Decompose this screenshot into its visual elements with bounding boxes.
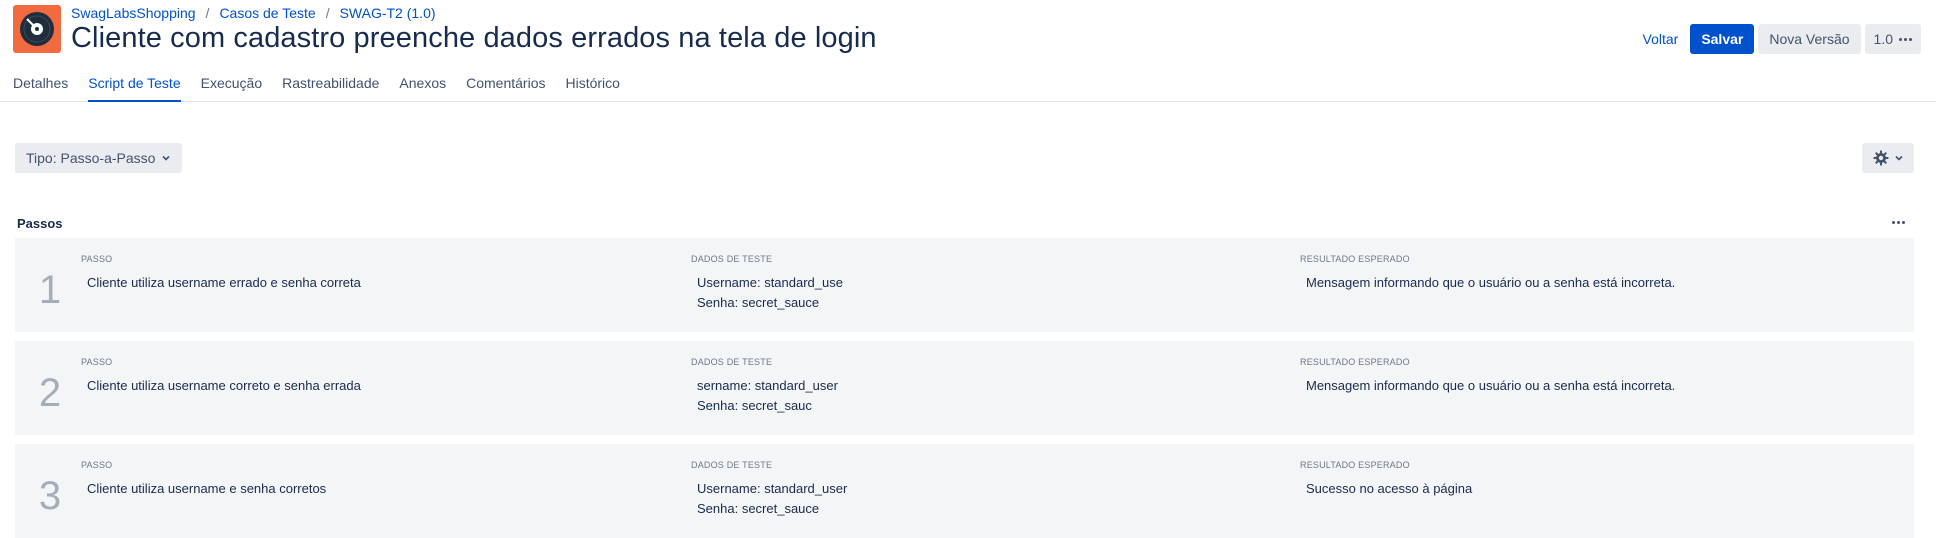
data-column: DADOS DE TESTE Username: standard_user S… [691, 460, 847, 519]
data-label: DADOS DE TESTE [691, 357, 773, 367]
tab-bar: Detalhes Script de Teste Execução Rastre… [13, 75, 640, 102]
step-row[interactable]: 2 PASSO Cliente utiliza username correto… [15, 341, 1914, 435]
expected-column: RESULTADO ESPERADO Mensagem informando q… [1300, 254, 1675, 293]
expected-label: RESULTADO ESPERADO [1300, 460, 1410, 470]
step-test-data[interactable]: sername: standard_user Senha: secret_sau… [691, 376, 838, 416]
tab-execucao[interactable]: Execução [201, 75, 262, 102]
settings-button[interactable] [1862, 143, 1914, 173]
ellipsis-icon [1899, 37, 1912, 41]
page-title: Cliente com cadastro preenche dados erra… [71, 22, 877, 54]
header-actions: Voltar Salvar Nova Versão 1.0 [1635, 24, 1921, 54]
step-description[interactable]: Cliente utiliza username e senha correto… [81, 479, 326, 499]
step-expected-result[interactable]: Sucesso no acesso à página [1300, 479, 1472, 499]
breadcrumb-separator: / [205, 5, 210, 21]
tab-rastreabilidade[interactable]: Rastreabilidade [282, 75, 379, 102]
type-select[interactable]: Tipo: Passo-a-Passo [15, 143, 183, 173]
version-menu-button[interactable]: 1.0 [1864, 24, 1921, 54]
step-number: 2 [38, 371, 62, 415]
breadcrumb-separator: / [325, 5, 330, 21]
project-logo-icon[interactable] [13, 5, 61, 53]
tab-anexos[interactable]: Anexos [399, 75, 446, 102]
data-label: DADOS DE TESTE [691, 254, 773, 264]
step-row[interactable]: 1 PASSO Cliente utiliza username errado … [15, 238, 1914, 332]
steps-more-button[interactable] [1888, 214, 1908, 230]
step-expected-result[interactable]: Mensagem informando que o usuário ou a s… [1300, 273, 1675, 293]
chevron-down-icon [161, 153, 171, 163]
version-label: 1.0 [1873, 31, 1893, 47]
data-label: DADOS DE TESTE [691, 460, 773, 470]
breadcrumb-test-cases[interactable]: Casos de Teste [219, 5, 315, 21]
step-label: PASSO [81, 357, 113, 367]
step-column: PASSO Cliente utiliza username errado e … [81, 254, 361, 293]
expected-column: RESULTADO ESPERADO Sucesso no acesso à p… [1300, 460, 1472, 499]
step-label: PASSO [81, 460, 113, 470]
type-select-label: Tipo: Passo-a-Passo [26, 150, 156, 166]
breadcrumb-test-key[interactable]: SWAG-T2 (1.0) [340, 5, 436, 21]
step-test-data[interactable]: Username: standard_user Senha: secret_sa… [691, 479, 847, 519]
step-label: PASSO [81, 254, 113, 264]
tab-comentarios[interactable]: Comentários [466, 75, 545, 102]
step-description[interactable]: Cliente utiliza username correto e senha… [81, 376, 361, 396]
step-expected-result[interactable]: Mensagem informando que o usuário ou a s… [1300, 376, 1675, 396]
new-version-button[interactable]: Nova Versão [1758, 24, 1861, 54]
step-test-data[interactable]: Username: standard_use Senha: secret_sau… [691, 273, 843, 313]
ellipsis-icon [1891, 220, 1905, 224]
breadcrumb-project[interactable]: SwagLabsShopping [71, 5, 196, 21]
step-column: PASSO Cliente utiliza username e senha c… [81, 460, 326, 499]
back-button[interactable]: Voltar [1635, 24, 1687, 54]
step-row[interactable]: 3 PASSO Cliente utiliza username e senha… [15, 444, 1914, 538]
chevron-down-icon [1894, 153, 1904, 163]
page-header: SwagLabsShopping / Casos de Teste / SWAG… [0, 0, 1936, 102]
expected-label: RESULTADO ESPERADO [1300, 357, 1410, 367]
tab-script-de-teste[interactable]: Script de Teste [88, 75, 181, 102]
expected-column: RESULTADO ESPERADO Mensagem informando q… [1300, 357, 1675, 396]
tab-detalhes[interactable]: Detalhes [13, 75, 68, 102]
tab-historico[interactable]: Histórico [565, 75, 619, 102]
step-column: PASSO Cliente utiliza username correto e… [81, 357, 361, 396]
save-button[interactable]: Salvar [1690, 24, 1755, 54]
data-column: DADOS DE TESTE Username: standard_use Se… [691, 254, 843, 313]
expected-label: RESULTADO ESPERADO [1300, 254, 1410, 264]
step-number: 1 [38, 268, 62, 312]
step-description[interactable]: Cliente utiliza username errado e senha … [81, 273, 361, 293]
breadcrumb: SwagLabsShopping / Casos de Teste / SWAG… [71, 5, 436, 21]
gear-icon [1873, 150, 1889, 166]
step-number: 3 [38, 474, 62, 518]
steps-section-title: Passos [17, 216, 63, 231]
data-column: DADOS DE TESTE sername: standard_user Se… [691, 357, 838, 416]
